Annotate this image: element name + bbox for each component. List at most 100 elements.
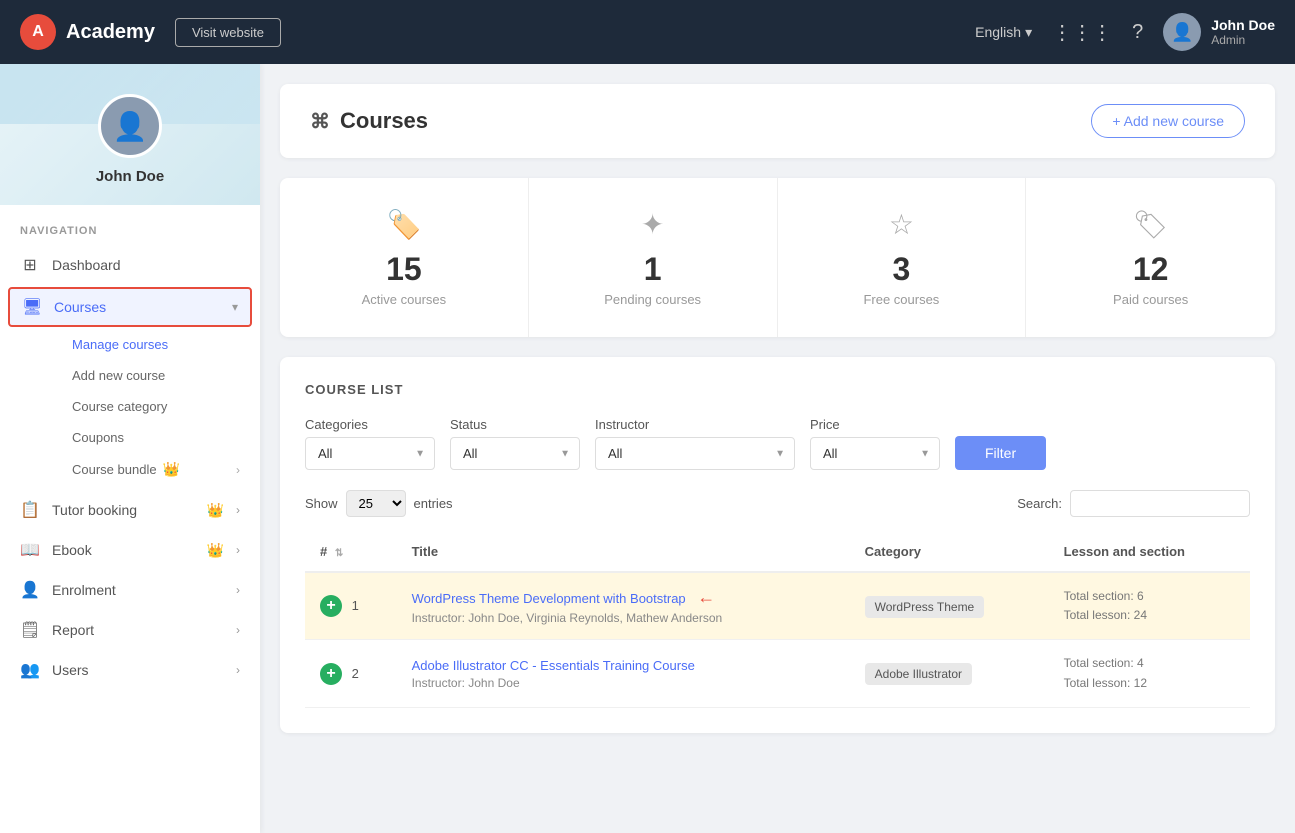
total-section: Total section: 6 xyxy=(1064,587,1235,606)
col-num: # ⇅ xyxy=(305,532,397,572)
submenu-coupons[interactable]: Coupons xyxy=(52,422,260,453)
user-menu[interactable]: 👤 John Doe Admin xyxy=(1163,13,1275,51)
profile-avatar: 👤 xyxy=(98,94,162,158)
chevron-right-icon-report: › xyxy=(236,623,240,637)
search-input[interactable] xyxy=(1070,490,1250,517)
free-courses-label: Free courses xyxy=(798,292,1006,307)
user-role: Admin xyxy=(1211,33,1275,47)
pending-courses-count: 1 xyxy=(549,251,757,288)
col-lesson: Lesson and section xyxy=(1049,532,1250,572)
table-row: + 1 WordPress Theme Development with Boo… xyxy=(305,572,1250,640)
row-num: + 1 xyxy=(305,572,397,640)
coupons-label: Coupons xyxy=(72,430,124,445)
sidebar-label-ebook: Ebook xyxy=(52,542,195,558)
submenu-course-category[interactable]: Course category xyxy=(52,391,260,422)
course-title-link[interactable]: Adobe Illustrator CC - Essentials Traini… xyxy=(412,658,695,673)
category-badge: Adobe Illustrator xyxy=(865,663,972,685)
sparkle-icon: ✦ xyxy=(549,208,757,241)
sidebar-item-users[interactable]: 👥 Users › xyxy=(0,650,260,690)
sidebar-item-tutor-booking[interactable]: 📋 Tutor booking 👑 › xyxy=(0,490,260,530)
stat-pending-courses: ✦ 1 Pending courses xyxy=(529,178,778,337)
stat-free-courses: ☆ 3 Free courses xyxy=(778,178,1027,337)
chevron-right-icon-enrolment: › xyxy=(236,583,240,597)
nav-section-label: NAVIGATION xyxy=(0,205,260,245)
instructor-select[interactable]: All xyxy=(595,437,795,470)
chevron-right-icon-users: › xyxy=(236,663,240,677)
instructor-filter: Instructor All xyxy=(595,417,795,470)
sidebar-item-courses[interactable]: 🖥 Courses ▾ xyxy=(8,287,252,327)
app-name: Academy xyxy=(66,21,155,44)
chevron-right-icon: › xyxy=(236,463,240,477)
crown-icon-tutor: 👑 xyxy=(207,502,224,519)
sidebar: 👤 John Doe NAVIGATION ⊞ Dashboard 🖥 Cour… xyxy=(0,64,260,833)
help-icon[interactable]: ? xyxy=(1132,21,1143,44)
course-list-section: COURSE LIST Categories All Status All xyxy=(280,357,1275,733)
apps-icon[interactable]: ⋮⋮⋮ xyxy=(1052,20,1112,45)
visit-website-button[interactable]: Visit website xyxy=(175,18,281,47)
sidebar-item-ebook[interactable]: 📖 Ebook 👑 › xyxy=(0,530,260,570)
sidebar-item-dashboard[interactable]: ⊞ Dashboard xyxy=(0,245,260,285)
active-courses-count: 15 xyxy=(300,251,508,288)
avatar: 👤 xyxy=(1163,13,1201,51)
price-select[interactable]: All xyxy=(810,437,940,470)
course-category-label: Course category xyxy=(72,399,167,414)
row-title-cell: Adobe Illustrator CC - Essentials Traini… xyxy=(397,640,850,707)
crown-icon-ebook: 👑 xyxy=(207,542,224,559)
categories-select-wrap: All xyxy=(305,437,435,470)
free-courses-count: 3 xyxy=(798,251,1006,288)
red-arrow-indicator: ← xyxy=(697,587,715,607)
add-row-icon[interactable]: + xyxy=(320,663,342,685)
course-instructor: Instructor: John Doe xyxy=(412,676,835,690)
courses-submenu: Manage courses ← Add new course Course c… xyxy=(0,329,260,486)
stats-row: 🏷️ 15 Active courses ✦ 1 Pending courses… xyxy=(280,178,1275,337)
sidebar-item-enrolment[interactable]: 👤 Enrolment › xyxy=(0,570,260,610)
categories-select[interactable]: All xyxy=(305,437,435,470)
sidebar-label-tutor-booking: Tutor booking xyxy=(52,502,195,518)
row-category-cell: WordPress Theme xyxy=(850,572,1049,640)
paid-courses-count: 12 xyxy=(1046,251,1255,288)
tutor-icon: 📋 xyxy=(20,500,40,520)
sidebar-label-report: Report xyxy=(52,622,224,638)
top-nav-right: English ▾ ⋮⋮⋮ ? 👤 John Doe Admin xyxy=(975,13,1275,51)
submenu-course-bundle[interactable]: Course bundle 👑 › xyxy=(52,453,260,486)
sidebar-label-users: Users xyxy=(52,662,224,678)
status-filter: Status All xyxy=(450,417,580,470)
add-new-course-label: Add new course xyxy=(72,368,165,383)
crown-icon: 👑 xyxy=(163,461,180,478)
top-navigation: A Academy Visit website English ▾ ⋮⋮⋮ ? … xyxy=(0,0,1295,64)
app-logo: A Academy xyxy=(20,14,155,50)
entries-label: entries xyxy=(414,496,453,511)
status-select[interactable]: All xyxy=(450,437,580,470)
language-selector[interactable]: English ▾ xyxy=(975,24,1032,41)
sidebar-item-report[interactable]: 🗒 Report › xyxy=(0,610,260,650)
price-filter: Price All xyxy=(810,417,940,470)
pending-courses-label: Pending courses xyxy=(549,292,757,307)
price-select-wrap: All xyxy=(810,437,940,470)
add-row-icon[interactable]: + xyxy=(320,595,342,617)
chevron-down-icon: ▾ xyxy=(1025,24,1032,41)
add-new-course-button[interactable]: + Add new course xyxy=(1091,104,1245,138)
page-layout: 👤 John Doe NAVIGATION ⊞ Dashboard 🖥 Cour… xyxy=(0,64,1295,753)
categories-label: Categories xyxy=(305,417,435,432)
submenu-add-new-course[interactable]: Add new course xyxy=(52,360,260,391)
sidebar-label-enrolment: Enrolment xyxy=(52,582,224,598)
stat-paid-courses: 🏷 12 Paid courses xyxy=(1026,178,1275,337)
table-body: + 1 WordPress Theme Development with Boo… xyxy=(305,572,1250,707)
instructor-select-wrap: All xyxy=(595,437,795,470)
courses-icon: 🖥 xyxy=(22,297,42,317)
lesson-info: Total section: 4 Total lesson: 12 xyxy=(1064,654,1235,692)
instructor-label: Instructor xyxy=(595,417,795,432)
report-icon: 🗒 xyxy=(20,620,40,640)
course-title-link[interactable]: WordPress Theme Development with Bootstr… xyxy=(412,591,686,606)
stat-active-courses: 🏷️ 15 Active courses xyxy=(280,178,529,337)
table-controls: Show 25 50 100 entries Search: xyxy=(305,490,1250,517)
enrolment-icon: 👤 xyxy=(20,580,40,600)
ebook-icon: 📖 xyxy=(20,540,40,560)
submenu-manage-courses[interactable]: Manage courses ← xyxy=(52,329,260,360)
course-bundle-label: Course bundle xyxy=(72,462,157,477)
entries-select[interactable]: 25 50 100 xyxy=(346,490,406,517)
main-content: ⌘ Courses + Add new course 🏷️ 15 Active … xyxy=(260,64,1295,753)
table-header: # ⇅ Title Category Lesson and section xyxy=(305,532,1250,572)
price-label: Price xyxy=(810,417,940,432)
filter-button[interactable]: Filter xyxy=(955,436,1046,470)
